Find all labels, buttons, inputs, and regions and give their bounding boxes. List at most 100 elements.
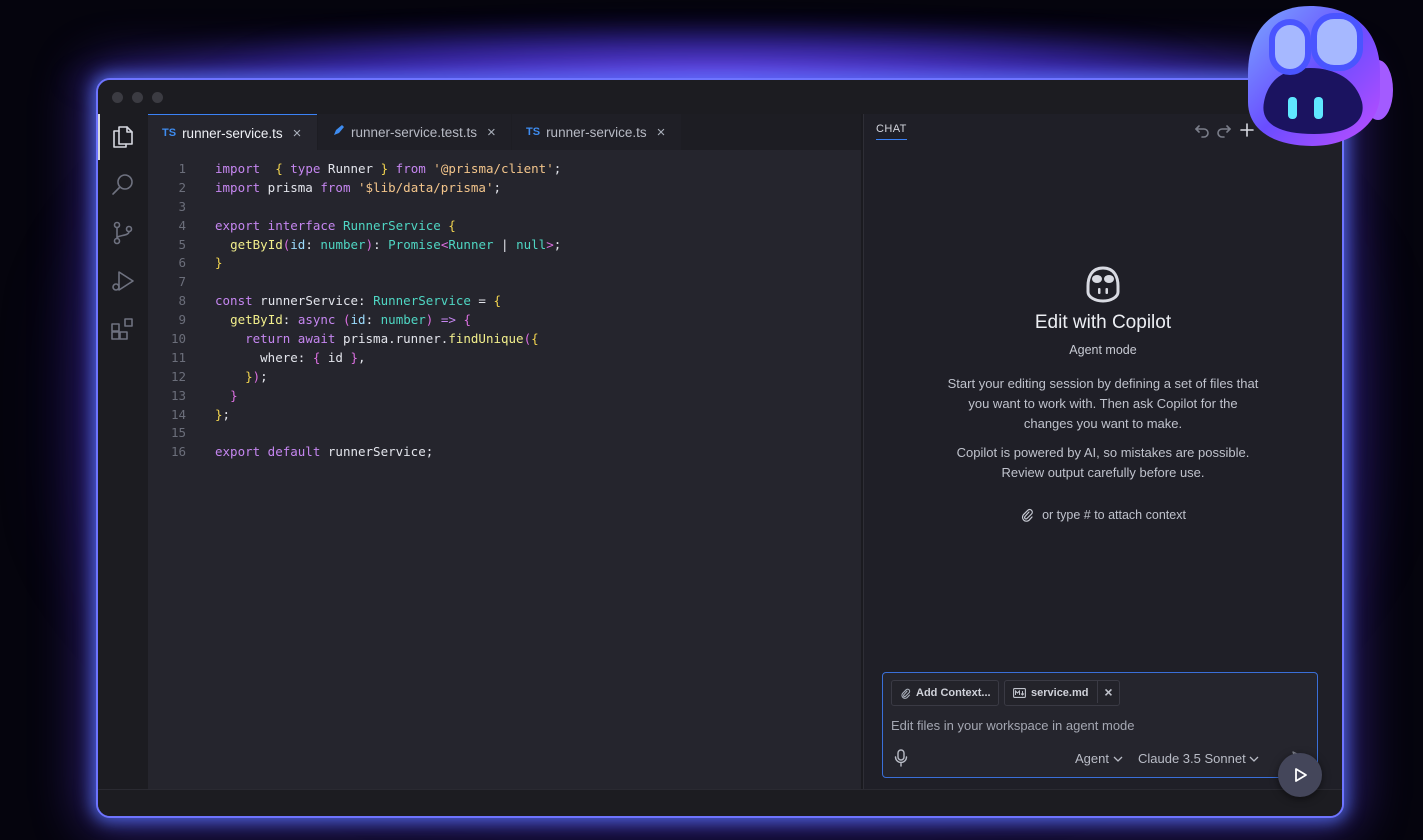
tab-runner-service-test[interactable]: runner-service.test.ts ×	[318, 114, 511, 150]
line-number: 6	[178, 255, 186, 271]
code-line[interactable]: 12 });	[148, 368, 861, 387]
code-line[interactable]: 5 getById(id: number): Promise<Runner | …	[148, 236, 861, 255]
markdown-icon	[1013, 688, 1026, 698]
chat-disclaimer-text: Copilot is powered by AI, so mistakes ar…	[956, 445, 1250, 480]
line-number: 4	[178, 217, 186, 233]
copilot-mascot	[1228, 2, 1396, 152]
source-control-icon[interactable]	[110, 220, 136, 246]
code-text: import { type Runner } from '@prisma/cli…	[215, 161, 562, 176]
code-line[interactable]: 3	[148, 198, 861, 217]
code-text: const runnerService: RunnerService = {	[215, 293, 502, 309]
test-file-icon	[332, 124, 345, 140]
title-bar	[98, 80, 1342, 114]
chat-subtitle: Agent mode	[1069, 343, 1137, 357]
code-text: };	[215, 406, 231, 422]
chat-welcome: Edit with Copilot Agent mode Start your …	[864, 264, 1342, 522]
chat-intro-text: Start your editing session by defining a…	[947, 376, 1259, 431]
code-line[interactable]: 15	[148, 424, 861, 443]
line-number: 1	[178, 161, 186, 176]
line-number: 14	[170, 406, 186, 422]
typescript-icon: TS	[526, 126, 541, 138]
line-number: 13	[170, 387, 186, 403]
line-number: 10	[170, 331, 186, 347]
editor-tabs: TS runner-service.ts × runner-service.te…	[148, 114, 861, 151]
chat-title: Edit with Copilot	[1034, 312, 1172, 333]
code-line[interactable]: 7	[148, 273, 861, 292]
code-text: });	[245, 368, 268, 384]
chat-input-box: Add Context... service.md × Edit files i…	[882, 672, 1318, 778]
code-line[interactable]: 9 getById: async (id: number) => {	[148, 311, 861, 330]
play-icon	[1295, 768, 1307, 782]
typescript-icon: TS	[162, 127, 177, 139]
code-text: return await prisma.runner.findUnique({	[245, 331, 539, 347]
code-text: export default runnerService;	[215, 444, 434, 460]
code-line[interactable]: 6}	[148, 254, 861, 273]
code-text: where: { id },	[215, 349, 366, 365]
paperclip-icon	[1022, 508, 1033, 522]
code-area[interactable]: 1 import { type Runner } from '@prisma/cl…	[148, 160, 861, 462]
window-dot[interactable]	[152, 92, 163, 103]
code-line[interactable]: 11 where: { id },	[148, 349, 861, 368]
remove-chip-icon[interactable]: ×	[1097, 681, 1119, 703]
code-line[interactable]: 16 export default runnerService;	[148, 443, 861, 462]
model-dropdown[interactable]: Claude 3.5 Sonnet	[1138, 751, 1259, 766]
line-number: 16	[170, 444, 186, 460]
line-number: 3	[178, 198, 186, 214]
context-file-chip[interactable]: service.md ×	[1004, 680, 1120, 706]
code-line[interactable]: 14};	[148, 406, 861, 425]
run-debug-icon[interactable]	[110, 268, 136, 294]
chat-panel: CHAT Edit with Copilot Agent mode Start …	[863, 114, 1342, 790]
close-icon[interactable]: ×	[487, 124, 496, 141]
line-number: 11	[170, 349, 186, 365]
add-context-button[interactable]: Add Context...	[891, 680, 999, 706]
code-line[interactable]: 10 return await prisma.runner.findUnique…	[148, 330, 861, 349]
code-line[interactable]: 1 import { type Runner } from '@prisma/cl…	[148, 160, 861, 179]
line-number: 2	[178, 179, 186, 195]
code-text: getById(id: number): Promise<Runner | nu…	[230, 236, 562, 252]
extensions-icon[interactable]	[110, 316, 136, 342]
input-toolbar: Agent Claude 3.5 Sonnet	[883, 747, 1317, 771]
chevron-down-icon	[1113, 756, 1123, 762]
file-chip-label: service.md	[1031, 687, 1089, 699]
search-icon[interactable]	[110, 172, 136, 198]
attach-hint-text: or type # to attach context	[1042, 508, 1186, 522]
add-context-label: Add Context...	[916, 687, 991, 699]
code-text: }	[230, 387, 238, 403]
code-text: import prisma from '$lib/data/prisma';	[215, 179, 502, 195]
code-text: getById: async (id: number) => {	[230, 312, 471, 328]
tab-runner-service[interactable]: TS runner-service.ts ×	[148, 114, 317, 151]
chevron-down-icon	[1249, 756, 1259, 762]
line-number: 9	[178, 312, 186, 328]
model-label: Claude 3.5 Sonnet	[1138, 751, 1246, 766]
explorer-icon[interactable]	[110, 124, 136, 150]
paperclip-icon	[901, 688, 911, 699]
code-line[interactable]: 8 const runnerService: RunnerService = {	[148, 292, 861, 311]
mode-dropdown[interactable]: Agent	[1075, 751, 1123, 766]
attach-hint: or type # to attach context	[864, 508, 1342, 522]
close-icon[interactable]: ×	[657, 124, 666, 141]
line-number: 12	[170, 368, 186, 384]
window-dot[interactable]	[112, 92, 123, 103]
tab-label: runner-service.ts	[182, 125, 283, 141]
tab-label: runner-service.ts	[546, 124, 647, 140]
active-indicator	[98, 114, 100, 160]
code-line[interactable]: 2 import prisma from '$lib/data/prisma';	[148, 179, 861, 198]
code-text: }	[215, 255, 223, 271]
code-text: export interface RunnerService {	[215, 217, 456, 233]
undo-icon[interactable]	[1194, 122, 1210, 138]
code-line[interactable]: 13 }	[148, 387, 861, 406]
tab-label: runner-service.test.ts	[351, 124, 478, 140]
line-number: 15	[170, 425, 186, 441]
status-bar	[98, 789, 1342, 816]
tab-runner-service-2[interactable]: TS runner-service.ts ×	[512, 114, 681, 150]
line-number: 8	[178, 293, 186, 309]
chat-input[interactable]: Edit files in your workspace in agent mo…	[891, 718, 1135, 733]
window-dot[interactable]	[132, 92, 143, 103]
code-line[interactable]: 4 export interface RunnerService {	[148, 217, 861, 236]
line-number: 7	[178, 274, 186, 290]
close-icon[interactable]: ×	[293, 125, 302, 142]
microphone-icon[interactable]	[893, 749, 909, 770]
copilot-icon	[1080, 264, 1126, 304]
play-button[interactable]	[1278, 753, 1322, 797]
chat-tab[interactable]: CHAT	[876, 123, 907, 140]
